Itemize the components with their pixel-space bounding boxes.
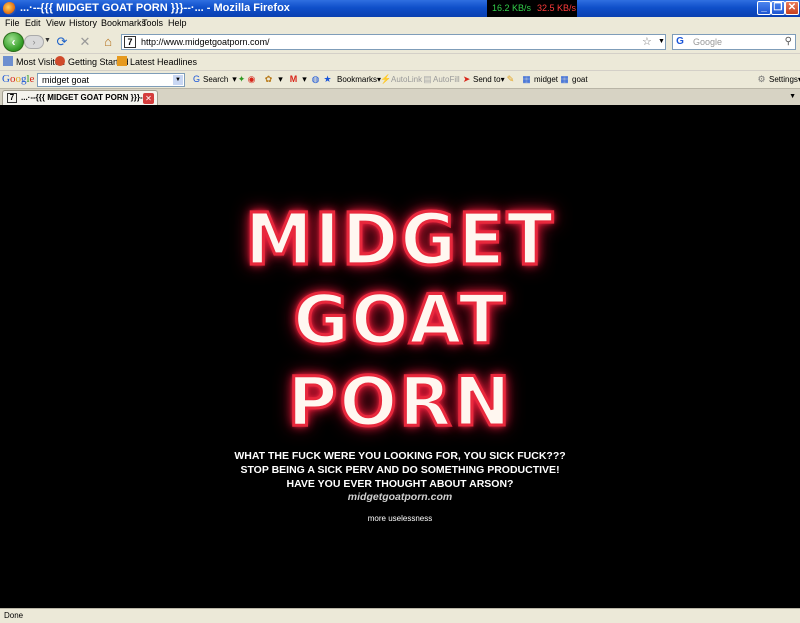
download-speed: 16.2 KB/s xyxy=(492,3,532,13)
send-to-button[interactable]: Send to▾ xyxy=(473,75,505,84)
home-icon[interactable]: ⌂ xyxy=(100,35,116,51)
autofill-icon: ▤ xyxy=(423,74,432,84)
wrench-icon[interactable]: ⚙ xyxy=(756,74,767,85)
folder-icon xyxy=(3,56,13,66)
url-text: http://www.midgetgoatporn.com/ xyxy=(141,37,270,47)
autolink-icon: ⚡ xyxy=(380,74,392,84)
google-search-engine-icon[interactable]: G xyxy=(674,36,686,48)
menu-view[interactable]: View xyxy=(46,18,65,28)
upload-speed: 32.5 KB/s xyxy=(537,3,577,13)
globe-icon[interactable]: ◍ xyxy=(310,74,321,85)
neon-title-line-2: GOAT xyxy=(292,280,507,362)
back-button[interactable]: ‹ xyxy=(3,32,24,52)
message-line-1: WHAT THE FUCK WERE YOU LOOKING FOR, YOU … xyxy=(234,450,566,462)
google-toolbar: Google midget goat ▼ G Search ▾ ✦ ◉ ✿ ▾ … xyxy=(0,70,800,88)
search-placeholder: Google xyxy=(693,37,723,47)
tab-list-dropdown-icon[interactable]: ▼ xyxy=(789,93,796,100)
url-dropdown-icon[interactable]: ▼ xyxy=(658,38,665,45)
tab-active[interactable]: 7 ...·--{{{ MIDGET GOAT PORN }}}--·... ✕ xyxy=(2,90,158,106)
bookmark-star-icon[interactable]: ☆ xyxy=(642,35,652,48)
message-line-3: HAVE YOU EVER THOUGHT ABOUT ARSON? xyxy=(286,478,514,490)
navigation-toolbar: ‹ › ▼ ⟳ ✕ ⌂ 7 http://www.midgetgoatporn.… xyxy=(0,31,800,53)
reload-icon[interactable]: ⟳ xyxy=(54,35,70,51)
search-term-midget[interactable]: midget xyxy=(534,75,558,84)
menu-history[interactable]: History xyxy=(69,18,97,28)
popup-blocker-icon[interactable]: ◉ xyxy=(246,74,257,85)
send-to-icon[interactable]: ➤ xyxy=(461,74,472,85)
site-favicon-icon: 7 xyxy=(124,36,136,48)
status-bar: Done xyxy=(0,608,800,623)
term-search-icon[interactable]: ▦ xyxy=(559,74,570,85)
menu-file[interactable]: File xyxy=(5,18,20,28)
search-icon[interactable]: ⚲ xyxy=(785,36,792,47)
star-icon[interactable]: ★ xyxy=(322,74,333,85)
settings-button[interactable]: Settings▾ xyxy=(769,75,800,84)
google-g-icon: G xyxy=(192,74,200,84)
stop-icon[interactable]: ✕ xyxy=(77,35,93,51)
gmail-dropdown-icon[interactable]: ▾ xyxy=(299,74,310,85)
autolink-button: AutoLink xyxy=(391,75,423,84)
site-name: midgetgoatporn.com xyxy=(347,491,453,503)
send-to-label: Send to xyxy=(473,75,501,84)
close-window-button[interactable]: ✕ xyxy=(785,1,799,15)
bookmarks-toolbar: Most Visited Getting Started Latest Head… xyxy=(0,53,800,70)
google-search-button[interactable]: Search xyxy=(203,75,228,84)
address-bar[interactable]: 7 http://www.midgetgoatporn.com/ ☆ ▼ xyxy=(121,34,666,50)
firefox-icon xyxy=(3,2,16,15)
gmail-icon[interactable]: M xyxy=(288,74,299,85)
google-toolbar-search-input[interactable]: midget goat ▼ xyxy=(37,73,185,87)
message-line-2: STOP BEING A SICK PERV AND DO SOMETHING … xyxy=(240,464,560,476)
menu-help[interactable]: Help xyxy=(168,18,187,28)
autofill-button: AutoFill xyxy=(433,75,460,84)
tab-favicon-icon: 7 xyxy=(7,93,17,103)
history-dropdown-icon[interactable]: ▼ xyxy=(44,37,51,44)
bookmark-latest-headlines[interactable]: Latest Headlines xyxy=(117,56,197,67)
google-bookmarks-label: Bookmarks xyxy=(337,75,378,84)
highlighter-icon[interactable]: ✎ xyxy=(505,74,516,85)
network-meter: 16.2 KB/s 32.5 KB/s xyxy=(487,0,577,17)
menu-edit[interactable]: Edit xyxy=(25,18,41,28)
menu-bookmarks[interactable]: Bookmarks xyxy=(101,18,146,28)
window-title-bar: ...·--{{{ MIDGET GOAT PORN }}}--·... - M… xyxy=(0,0,800,17)
window-title: ...·--{{{ MIDGET GOAT PORN }}}--·... - M… xyxy=(20,2,290,14)
more-uselessness-link[interactable]: more uselessness xyxy=(0,514,800,523)
google-logo: Google xyxy=(2,73,35,85)
gadgets-dropdown-icon[interactable]: ▾ xyxy=(275,74,286,85)
menu-tools[interactable]: Tools xyxy=(142,18,163,28)
gadgets-icon[interactable]: ✿ xyxy=(263,74,274,85)
tab-label: ...·--{{{ MIDGET GOAT PORN }}}--·... xyxy=(21,93,155,102)
firefox-bookmark-icon xyxy=(55,56,65,66)
page-content: MIDGET GOAT PORN WHAT THE FUCK WERE YOU … xyxy=(0,105,800,608)
search-input[interactable]: G Google ⚲ xyxy=(672,34,796,50)
forward-button[interactable]: › xyxy=(24,35,44,49)
neon-title-line-1: MIDGET xyxy=(243,197,556,283)
rss-feed-icon xyxy=(117,56,127,66)
google-bookmarks-button[interactable]: Bookmarks▾ xyxy=(337,75,381,84)
term-search-icon[interactable]: ▦ xyxy=(521,74,532,85)
minimize-button[interactable]: _ xyxy=(757,1,771,15)
bookmark-label: Latest Headlines xyxy=(130,57,198,67)
tab-bar: 7 ...·--{{{ MIDGET GOAT PORN }}}--·... ✕… xyxy=(0,88,800,106)
settings-label: Settings xyxy=(769,75,798,84)
close-tab-icon[interactable]: ✕ xyxy=(143,93,154,104)
search-term-goat[interactable]: goat xyxy=(572,75,588,84)
chevron-down-icon[interactable]: ▼ xyxy=(173,75,183,85)
google-search-value: midget goat xyxy=(42,75,90,85)
menu-bar: File Edit View History Bookmarks Tools H… xyxy=(0,17,800,31)
restore-button[interactable]: ❐ xyxy=(771,1,785,15)
status-text: Done xyxy=(4,611,24,620)
neon-title-line-3: PORN xyxy=(286,362,513,444)
